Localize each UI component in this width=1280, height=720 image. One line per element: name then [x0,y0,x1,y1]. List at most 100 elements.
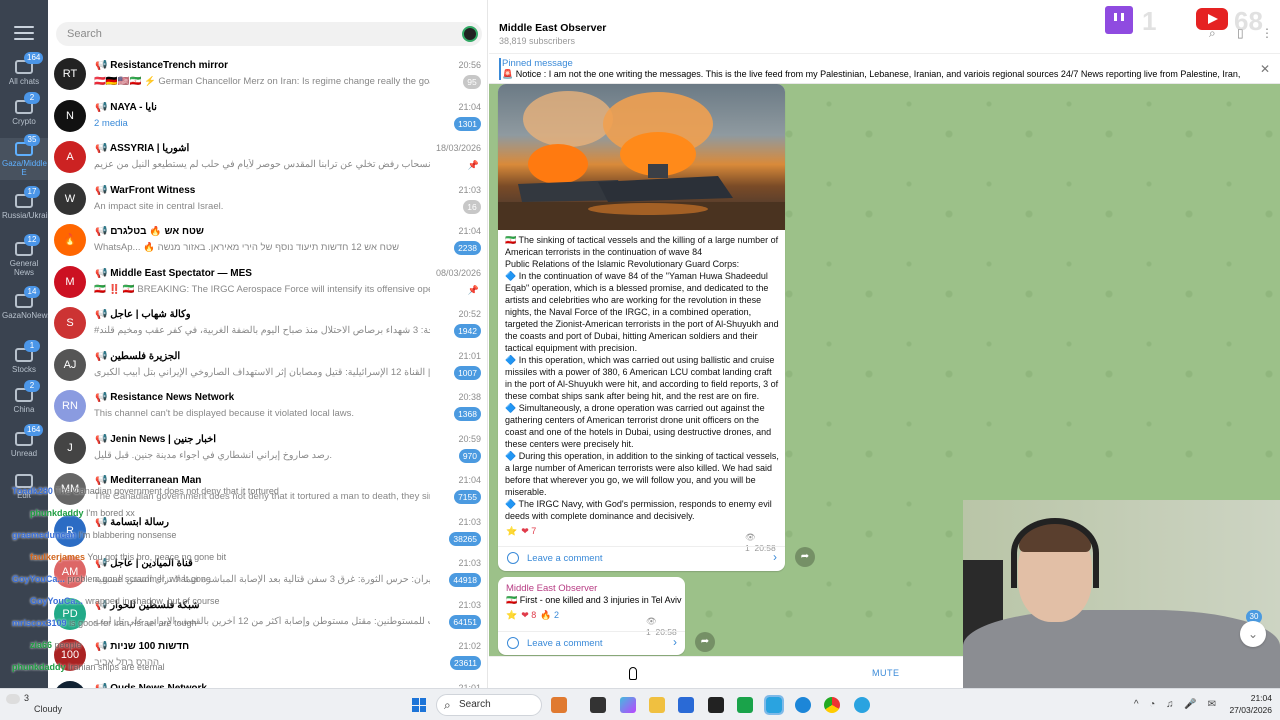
chat-preview: عاجل | القناة 12 الإسرائيلية: قتيل ومصاب… [94,366,430,378]
taskbar: 3 Cloudy Search ^ ◔ ♫ 🎤 ✉ 21:04 27/03/20… [0,688,1280,720]
store-icon[interactable] [678,697,694,713]
fire-reaction[interactable]: 🔥 2 [540,610,559,621]
message-bubble[interactable]: ⤢ 🇮🇷 The sinking of tactical vessels and… [498,84,785,571]
twitch-viewer-count: 1 [1142,6,1157,36]
folder-item[interactable]: 17 Russia/Ukraine [0,186,57,232]
system-tray[interactable]: ^ ◔ ♫ 🎤 ✉ [1134,699,1220,710]
chat-row[interactable]: AM 📢 قناة الميادين | عاجل 21:03 إيران: حرس … [48,551,488,592]
chat-row[interactable]: N 📢 NAYA - نايا 21:04 2 media 1301 [48,95,488,136]
chat-preview: #عاجل | وزارة الصحة: 3 شهداء برصاص الاحت… [94,325,430,336]
chat-row[interactable]: PD 📢 شبكة فلسطين للحوار 21:03 منصات للمستوط… [48,593,488,634]
message-line: 🔷 In this operation, which was carried o… [505,355,779,401]
folder-icon [15,474,33,488]
telegram-icon[interactable] [764,695,784,715]
chat-name: 📢 Mediterranean Man [95,475,202,486]
chat-row[interactable]: RN 📢 Resistance News Network 20:38 This cha… [48,385,488,426]
folder-label: General News [9,259,39,277]
folder-badge: 2 [24,380,40,392]
star-reaction-icon[interactable]: ⭐ [506,526,517,537]
chat-name: 📢 ASSYRIA | آشوريا [95,143,190,154]
game-app-icon[interactable] [551,697,567,713]
chat-avatar: A [54,141,86,173]
unread-count: 1368 [454,407,481,421]
chat-row[interactable]: J 📢 Jenin News | أخبار جنين 20:59 رصد صاروخ… [48,427,488,468]
chat-row[interactable]: S 📢 وكالة شهاب | عاجل 20:52 #عاجل | وزارة ا… [48,302,488,343]
folder-label: GazaNoNews [2,311,52,320]
chrome-icon[interactable] [824,697,840,713]
folder-badge: 14 [24,286,40,298]
share-icon[interactable]: ➦ [695,632,715,652]
menu-icon[interactable] [14,26,34,40]
unread-count: 44918 [449,573,481,587]
leave-comment-button[interactable]: Leave a comment › [498,631,685,655]
close-icon[interactable]: ✕ [1260,62,1270,76]
folder-label: All chats [8,77,40,86]
folder-item[interactable]: 35 Gaza/Middle E [0,134,48,180]
chat-name: 📢 NAYA - نايا [95,101,157,113]
capcut-icon[interactable] [708,697,724,713]
heart-reaction[interactable]: ❤ 7 [521,526,536,537]
chat-time: 20:59 [458,433,481,444]
folder-item[interactable]: 2 Crypto [0,92,48,138]
chat-avatar: 100 [54,639,86,671]
folder-label: Gaza/Middle E [2,159,47,177]
pinned-bar [499,58,501,80]
folder-label: Russia/Ukraine [2,211,57,220]
chat-row[interactable]: W 📢 WarFront Witness 21:03 An impact site i… [48,178,488,219]
weather-widget[interactable]: 3 Cloudy [6,693,62,714]
chat-time: 21:04 [458,226,481,236]
xbox-icon[interactable] [737,697,753,713]
chat-row[interactable]: A 📢 ASSYRIA | آشوريا 18/03/2026 رفض الإنسحا… [48,136,488,177]
chat-header[interactable]: Middle East Observer 38,819 subscribers … [489,0,1280,54]
chat-preview: ההרס בתל אביב [94,657,160,668]
reactions[interactable]: ⭐ ❤ 8 🔥 2 [506,610,559,621]
mute-button[interactable]: MUTE [872,668,900,678]
folder-item[interactable]: 1 Stocks [0,340,48,386]
chat-name: 📢 WarFront Witness [95,184,196,196]
chat-avatar: R [54,514,86,547]
chat-row[interactable]: M 📢 Middle East Spectator — MES 08/03/2026… [48,261,488,302]
folder-item[interactable]: Edit [0,470,48,512]
star-reaction-icon[interactable]: ⭐ [506,610,517,621]
folder-label: China [13,405,35,414]
share-icon[interactable]: ➦ [795,547,815,567]
pinned-message[interactable]: Pinned message 🚨 Notice : I am not the o… [489,54,1280,84]
folder-item[interactable]: 14 GazaNoNews [0,286,52,332]
chat-preview: منصات للمستوطنين: مقتل مستوطن وإصابة أكث… [94,615,430,627]
copilot-icon[interactable] [620,697,636,713]
mouse-cursor [629,667,637,680]
chat-row[interactable]: R 📢 رسالة ابتسامة 21:03 38265 [48,510,488,551]
chat-row[interactable]: 🔥 📢 שטח אש 🔥 בטלגרם 21:04 WhatsAp... 🔥 שטח … [48,219,488,260]
folder-item[interactable]: 164 Unread [0,424,48,470]
avatar[interactable] [462,26,478,42]
chat-time: 20:38 [458,392,481,402]
clock[interactable]: 21:04 27/03/2026 [1229,692,1272,716]
file-explorer-icon[interactable] [649,697,665,713]
reactions[interactable]: ⭐ ❤ 7 [506,526,536,537]
leave-comment-button[interactable]: Leave a comment › [498,546,785,570]
chat-row[interactable]: MM 📢 Mediterranean Man 21:04 The Canadian g… [48,468,488,509]
unread-count: 23611 [449,656,481,670]
unread-count: 64151 [449,614,481,629]
search-placeholder: Search [67,28,102,40]
chat-avatar: 🔥 [54,224,86,256]
unread-count: 38265 [449,531,481,546]
taskbar-search[interactable]: Search [436,694,542,716]
scroll-down-button[interactable]: ⌄ [1240,621,1266,647]
search-input[interactable]: Search [56,22,482,46]
edge-icon[interactable] [795,697,811,713]
folder-item[interactable]: 2 China [0,380,48,426]
telegram-desktop-icon[interactable] [854,697,870,713]
chat-row[interactable]: RT 📢 ResistanceTrench mirror 20:56 🇦🇹🇩🇪🇺🇸🇮🇷… [48,53,488,94]
message-bubble[interactable]: Middle East Observer 🇮🇷 First - one kill… [498,577,685,655]
chat-row[interactable]: 100 📢 חדשות 100 שניות 21:02 ההרס בתל אביב 23… [48,634,488,675]
folder-item[interactable]: 12 General News [0,234,48,280]
chat-row[interactable]: AJ 📢 الجزيرة فلسطين 21:01 عاجل | القناة 12 … [48,344,488,385]
message-line: 🔷 In the continuation of wave 84 of the … [505,271,779,353]
folder-item[interactable]: 164 All chats [0,52,48,98]
terminal-icon[interactable] [590,697,606,713]
start-button[interactable] [412,698,426,712]
heart-reaction[interactable]: ❤ 8 [521,610,536,621]
chat-name: 📢 שטח אש 🔥 בטלגרם [95,226,204,237]
message-photo[interactable]: ⤢ [498,84,785,230]
